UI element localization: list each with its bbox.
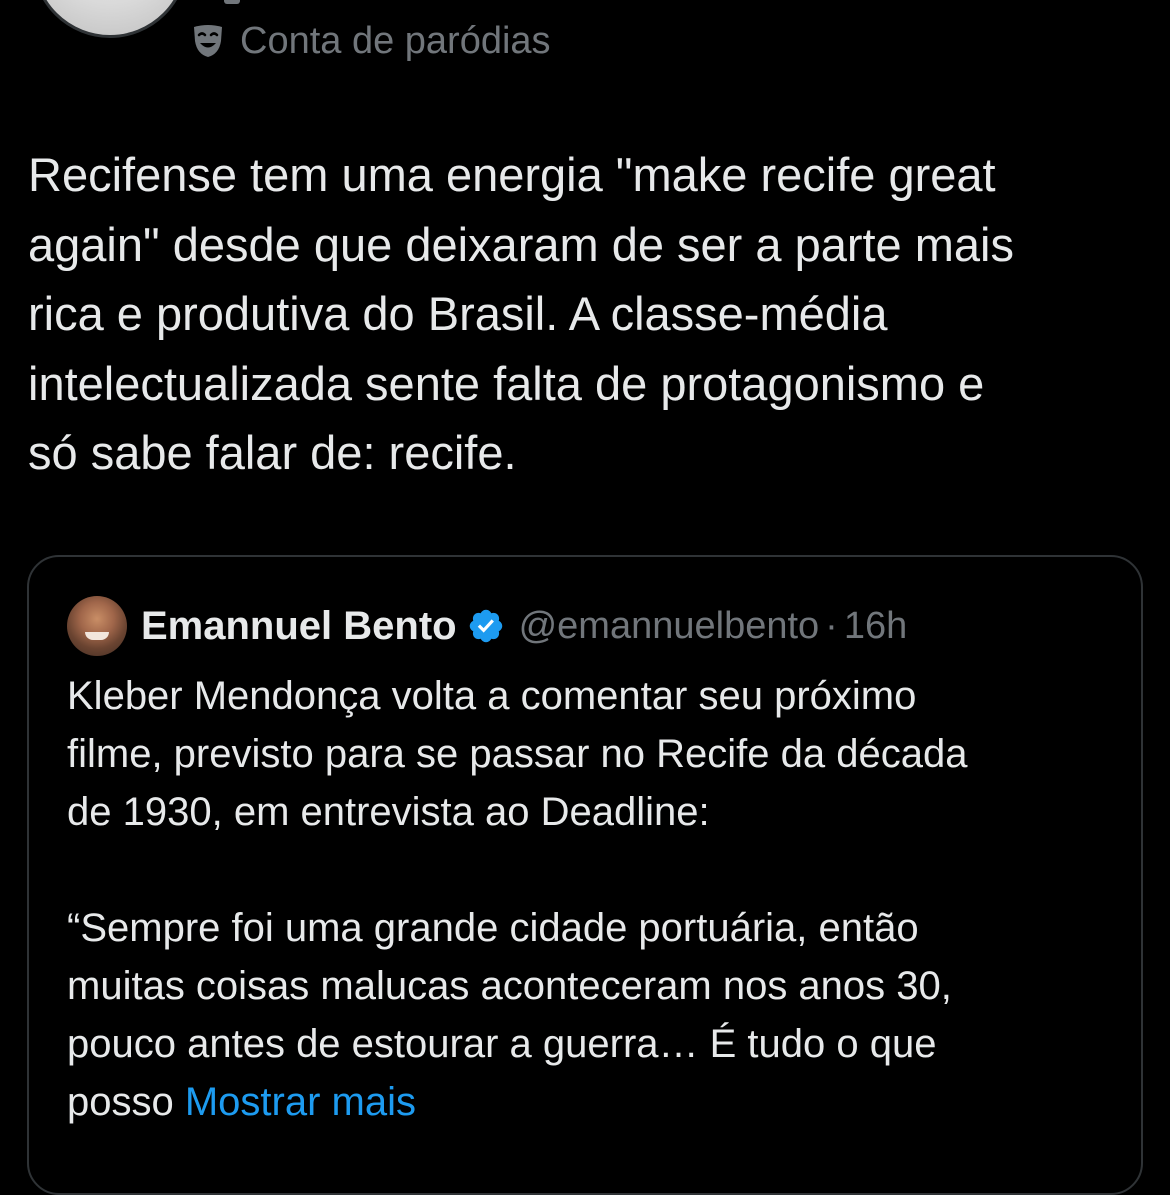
quoted-author-avatar[interactable] bbox=[67, 596, 127, 656]
quoted-tweet-time[interactable]: 16h bbox=[844, 605, 907, 648]
quoted-author-handle[interactable]: @emannuelbento bbox=[519, 605, 820, 648]
quoted-tweet-text-quote: “Sempre foi uma grande cidade portuária,… bbox=[67, 899, 1107, 1131]
author-avatar[interactable] bbox=[32, 0, 188, 38]
separator-dot: · bbox=[825, 604, 838, 647]
theater-mask-icon bbox=[194, 25, 222, 57]
quoted-tweet-text: Kleber Mendonça volta a comentar seu pró… bbox=[67, 674, 968, 834]
quoted-tweet-card[interactable]: Emannuel Bento @emannuelbento · 16h Kleb… bbox=[27, 555, 1143, 1195]
author-name-cropped bbox=[224, 0, 240, 4]
parody-label-text: Conta de paródias bbox=[240, 19, 551, 62]
verified-badge-icon bbox=[469, 609, 502, 643]
parody-account-label: Conta de paródias bbox=[188, 16, 551, 66]
tweet-text: Recifense tem uma energia "make recife g… bbox=[28, 148, 1014, 479]
quoted-tweet-header: Emannuel Bento @emannuelbento · 16h bbox=[67, 595, 907, 657]
quoted-author-name[interactable]: Emannuel Bento bbox=[141, 604, 457, 649]
show-more-link[interactable]: Mostrar mais bbox=[185, 1080, 416, 1124]
